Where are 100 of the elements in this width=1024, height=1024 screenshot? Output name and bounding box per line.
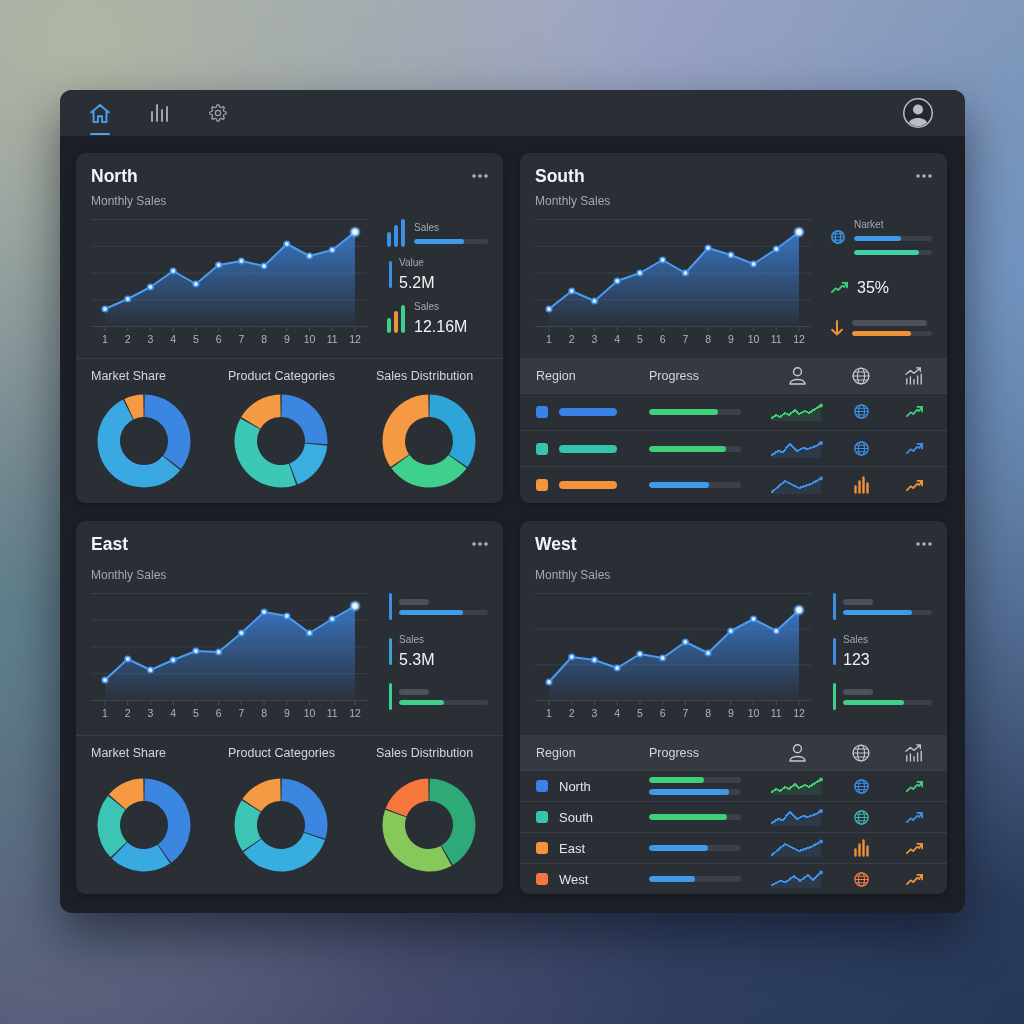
settings-icon xyxy=(209,104,227,122)
axis-label: 9 xyxy=(727,333,734,345)
user-icon xyxy=(788,743,806,762)
bar-chart-icon xyxy=(387,304,405,333)
placeholder-bar xyxy=(559,444,617,453)
axis-label: 6 xyxy=(215,333,222,345)
axis-label: 12 xyxy=(793,707,805,719)
axis-label: 3 xyxy=(591,707,598,719)
stat-value: 5.3M xyxy=(399,651,436,669)
data-point xyxy=(215,648,223,656)
axis-label: 1 xyxy=(546,333,552,345)
card-title: North xyxy=(91,165,138,187)
more-icon[interactable] xyxy=(916,174,932,178)
stat-label: Sales xyxy=(414,222,440,234)
data-point xyxy=(260,608,268,616)
data-point xyxy=(305,629,314,637)
data-point xyxy=(169,267,177,275)
data-point xyxy=(772,245,780,253)
stat-label: Sales xyxy=(414,301,440,313)
card-subtitle: Monthly Sales xyxy=(91,567,168,583)
axis-label: 12 xyxy=(349,707,361,719)
axis-label: 2 xyxy=(568,707,575,719)
data-point xyxy=(101,305,109,313)
axis-label: 7 xyxy=(238,333,245,345)
data-point xyxy=(727,251,735,259)
user-icon xyxy=(788,366,806,385)
more-icon[interactable] xyxy=(472,174,488,178)
data-point xyxy=(237,257,245,265)
data-point xyxy=(328,246,336,254)
data-point xyxy=(727,627,735,635)
axis-label: 9 xyxy=(283,333,290,345)
axis-label: 11 xyxy=(326,707,338,719)
card-subtitle: Monthly Sales xyxy=(535,193,612,209)
axis-label: 5 xyxy=(193,707,199,719)
growth-chart-icon xyxy=(905,366,923,385)
data-point xyxy=(793,604,805,616)
placeholder-bar xyxy=(559,481,617,490)
data-point xyxy=(545,678,553,686)
axis-label: 11 xyxy=(770,333,782,345)
data-point xyxy=(568,287,576,295)
card-subtitle: Monthly Sales xyxy=(91,193,168,209)
bar-chart-icon xyxy=(150,104,168,122)
axis-label: 6 xyxy=(215,707,222,719)
region-name: West xyxy=(559,871,589,887)
column-header: Region xyxy=(536,368,577,383)
stat-value: 5.2M xyxy=(399,273,436,292)
data-point xyxy=(568,653,576,661)
axis-label: 6 xyxy=(659,707,666,719)
axis-label: 10 xyxy=(303,707,316,719)
data-point xyxy=(328,615,336,623)
card-subtitle: Monthly Sales xyxy=(535,567,612,583)
data-point xyxy=(349,600,361,612)
stat-value: 12.16M xyxy=(414,318,469,336)
data-point xyxy=(749,260,758,268)
more-icon[interactable] xyxy=(472,542,488,546)
column-header: Progress xyxy=(649,368,701,383)
data-point xyxy=(613,277,621,285)
data-point xyxy=(681,638,689,646)
placeholder-bar xyxy=(559,407,617,416)
more-icon[interactable] xyxy=(916,542,932,546)
axis-label: 3 xyxy=(147,333,154,345)
data-point xyxy=(590,297,599,305)
data-point xyxy=(124,655,132,663)
axis-label: 8 xyxy=(705,707,711,719)
data-point xyxy=(283,240,291,248)
data-point xyxy=(305,252,314,260)
data-point xyxy=(704,649,712,657)
data-point xyxy=(260,262,268,270)
axis-label: 7 xyxy=(238,707,245,719)
data-point xyxy=(681,269,689,277)
chart-title: Sales Distribution xyxy=(376,368,475,384)
chart-title: Product Categories xyxy=(228,745,336,761)
avatar-icon[interactable] xyxy=(903,98,933,128)
axis-label: 3 xyxy=(591,333,598,345)
stat-label: Value xyxy=(399,256,425,269)
axis-label: 12 xyxy=(793,333,805,345)
chart-title: Market Share xyxy=(91,745,168,761)
axis-label: 3 xyxy=(147,707,154,719)
axis-label: 8 xyxy=(261,333,267,345)
chart-title: Sales Distribution xyxy=(376,745,475,761)
data-point xyxy=(192,280,200,288)
region-name: North xyxy=(559,778,591,794)
chart-title: Product Categories xyxy=(228,368,336,384)
data-point xyxy=(545,305,553,313)
data-point xyxy=(772,627,780,635)
data-point xyxy=(215,261,223,269)
axis-label: 2 xyxy=(124,333,131,345)
globe-icon xyxy=(852,743,870,762)
axis-label: 8 xyxy=(261,707,267,719)
axis-label: 1 xyxy=(546,707,552,719)
axis-label: 10 xyxy=(303,333,316,345)
column-header: Progress xyxy=(649,745,701,760)
stat-label: Sales xyxy=(399,634,425,646)
donut-slice xyxy=(281,394,328,444)
data-point xyxy=(349,226,361,238)
data-point xyxy=(793,226,805,238)
axis-label: 5 xyxy=(637,333,643,345)
data-point xyxy=(101,676,109,684)
axis-label: 5 xyxy=(637,707,643,719)
chart-title: Market Share xyxy=(91,368,168,384)
